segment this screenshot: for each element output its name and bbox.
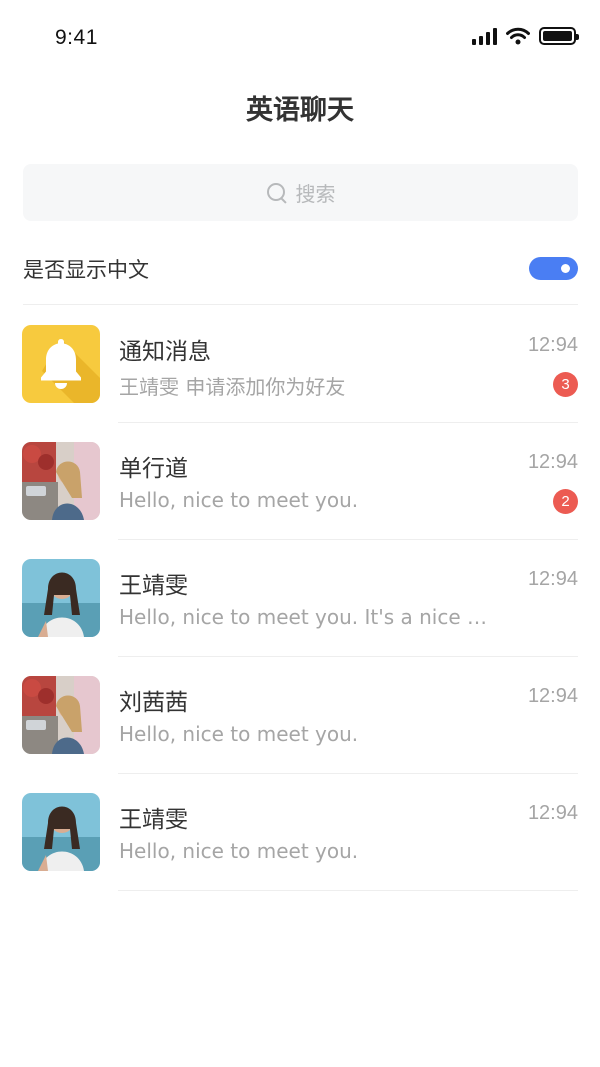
status-icons	[472, 27, 579, 45]
chat-preview: Hello, nice to meet you.	[119, 488, 359, 512]
chat-item[interactable]: 刘茜茜 12:94 Hello, nice to meet you.	[0, 657, 600, 774]
show-chinese-label: 是否显示中文	[23, 257, 149, 282]
chat-name: 王靖雯	[119, 807, 188, 833]
avatar	[22, 442, 100, 520]
battery-icon	[539, 27, 579, 45]
search-icon	[266, 182, 288, 204]
chat-body: 刘茜茜 12:94 Hello, nice to meet you.	[118, 657, 578, 774]
show-chinese-setting: 是否显示中文	[23, 233, 578, 305]
avatar	[22, 559, 100, 637]
chat-list: 通知消息 12:94 王靖雯 申请添加你为好友 3 单行道 12:94 Hell…	[0, 306, 600, 891]
chat-item[interactable]: 单行道 12:94 Hello, nice to meet you. 2	[0, 423, 600, 540]
chat-body: 王靖雯 12:94 Hello, nice to meet you. It's …	[118, 540, 578, 657]
status-bar: 9:41	[0, 0, 600, 78]
chat-item-notifications[interactable]: 通知消息 12:94 王靖雯 申请添加你为好友 3	[0, 306, 600, 423]
chat-preview: 王靖雯 申请添加你为好友	[119, 375, 346, 399]
search-placeholder: 搜索	[295, 182, 336, 206]
toggle-knob	[561, 264, 570, 273]
chat-time: 12:94	[527, 451, 578, 473]
show-chinese-toggle[interactable]	[529, 257, 578, 280]
chat-preview: Hello, nice to meet you. It's a nice day…	[119, 605, 499, 629]
page-title: 英语聊天	[246, 95, 354, 126]
status-time: 9:41	[55, 26, 98, 49]
avatar	[22, 676, 100, 754]
chat-name: 单行道	[119, 456, 188, 482]
chat-time: 12:94	[527, 334, 578, 356]
chat-time: 12:94	[527, 802, 578, 824]
chat-name: 刘茜茜	[119, 690, 188, 716]
unread-badge: 3	[553, 372, 578, 397]
chat-time: 12:94	[527, 568, 578, 590]
unread-badge: 2	[553, 489, 578, 514]
chat-body: 单行道 12:94 Hello, nice to meet you. 2	[118, 423, 578, 540]
chat-name: 王靖雯	[119, 573, 188, 599]
chat-preview: Hello, nice to meet you.	[119, 839, 359, 863]
chat-body: 通知消息 12:94 王靖雯 申请添加你为好友 3	[118, 306, 578, 423]
bell-icon	[22, 325, 100, 403]
wifi-icon	[506, 27, 530, 45]
chat-item[interactable]: 王靖雯 12:94 Hello, nice to meet you. It's …	[0, 540, 600, 657]
search-input[interactable]: 搜索	[23, 164, 578, 221]
chat-name: 通知消息	[119, 339, 211, 365]
chat-item[interactable]: 王靖雯 12:94 Hello, nice to meet you.	[0, 774, 600, 891]
avatar	[22, 793, 100, 871]
chat-time: 12:94	[527, 685, 578, 707]
chat-preview: Hello, nice to meet you.	[119, 722, 359, 746]
cellular-signal-icon	[472, 27, 497, 45]
chat-body: 王靖雯 12:94 Hello, nice to meet you.	[118, 774, 578, 891]
